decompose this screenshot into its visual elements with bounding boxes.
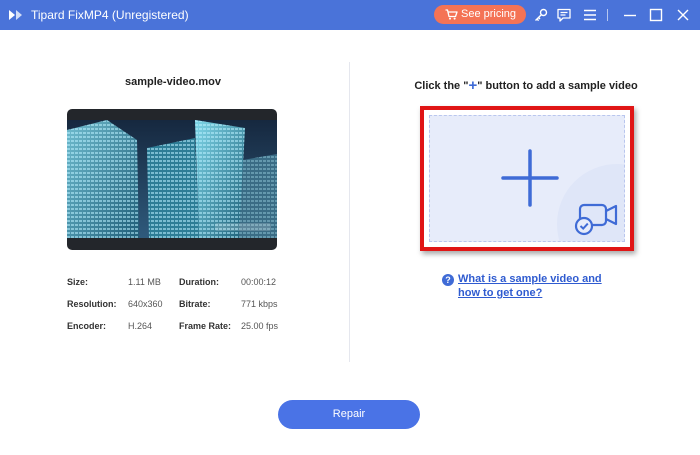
plus-icon <box>501 149 559 207</box>
title-bar-separator <box>607 9 608 21</box>
minimize-icon[interactable] <box>622 7 638 23</box>
highlight-frame <box>420 106 634 251</box>
video-thumbnail <box>67 109 277 250</box>
bitrate-label: Bitrate: <box>179 299 211 309</box>
hint-plus-icon: + <box>468 77 478 94</box>
resolution-value: 640x360 <box>128 299 163 309</box>
video-camera-check-icon <box>574 203 618 236</box>
hint-text-end: " button to add a sample video <box>477 80 638 92</box>
encoder-value: H.264 <box>128 321 153 331</box>
window-title: Tipard FixMP4 (Unregistered) <box>31 8 189 22</box>
add-sample-hint: Click the "+" button to add a sample vid… <box>390 77 662 94</box>
app-logo-icon <box>9 10 22 20</box>
help-icon: ? <box>442 274 454 286</box>
size-value: 1.11 MB <box>128 277 161 287</box>
hint-text-start: Click the " <box>414 80 469 92</box>
maximize-icon[interactable] <box>648 7 664 23</box>
frame-rate-value: 25.00 fps <box>241 321 279 331</box>
see-pricing-button[interactable]: See pricing <box>434 5 526 24</box>
duration-value: 00:00:12 <box>241 277 277 287</box>
resolution-label: Resolution: <box>67 299 117 309</box>
repair-button[interactable]: Repair <box>278 400 420 429</box>
sample-video-filename: sample-video.mov <box>125 76 221 88</box>
add-sample-video-button[interactable] <box>429 115 625 242</box>
menu-icon[interactable] <box>582 7 598 23</box>
duration-label: Duration: <box>179 277 219 287</box>
close-icon[interactable] <box>675 7 691 23</box>
feedback-icon[interactable] <box>556 7 572 23</box>
see-pricing-label: See pricing <box>461 8 517 20</box>
key-icon[interactable] <box>533 7 549 23</box>
panel-divider <box>349 62 350 362</box>
sample-video-help-link[interactable]: What is a sample video and how to get on… <box>458 272 618 300</box>
size-label: Size: <box>67 277 89 287</box>
cart-icon <box>445 9 458 20</box>
frame-rate-label: Frame Rate: <box>179 321 232 331</box>
title-bar: Tipard FixMP4 (Unregistered) See pricing <box>0 0 700 30</box>
encoder-label: Encoder: <box>67 321 107 331</box>
bitrate-value: 771 kbps <box>241 299 278 309</box>
